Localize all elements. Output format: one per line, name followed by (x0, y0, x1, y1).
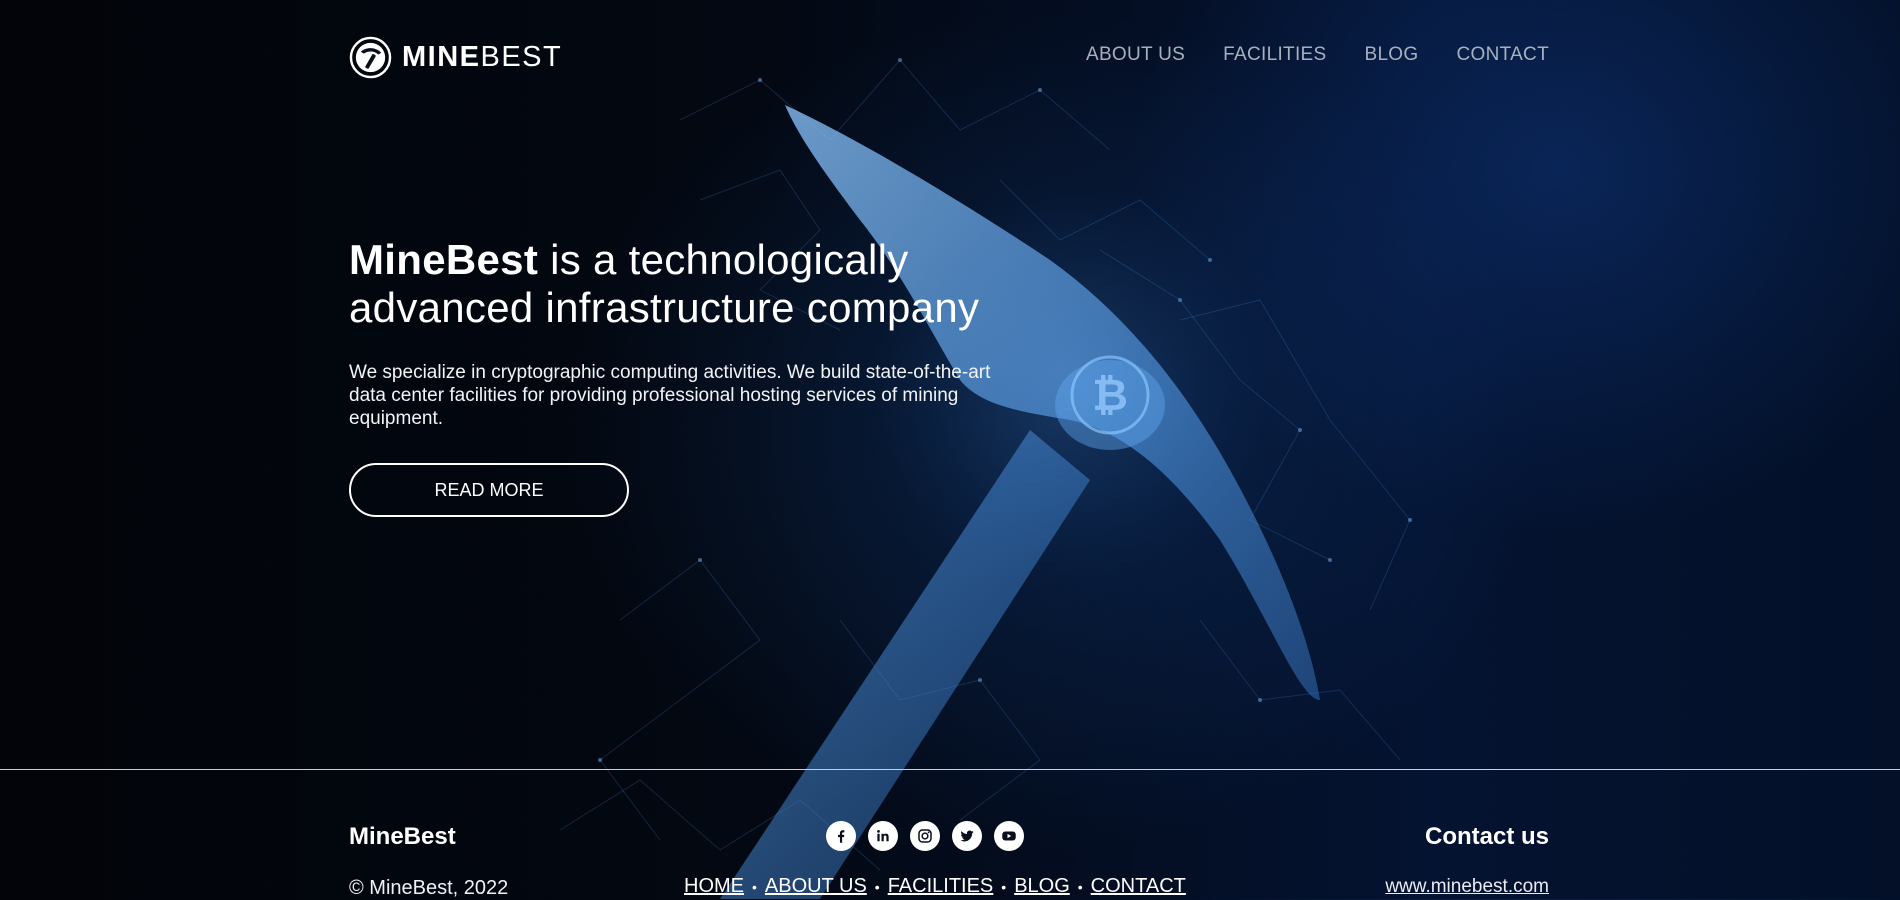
separator-dot: • (1077, 878, 1083, 895)
separator-dot: • (874, 878, 880, 895)
nav-blog[interactable]: BLOG (1364, 44, 1418, 66)
separator-dot: • (1001, 878, 1007, 895)
separator-dot: • (752, 878, 757, 895)
logo[interactable]: MINEBEST (349, 35, 562, 80)
nav-about-us[interactable]: ABOUT US (1086, 44, 1185, 66)
linkedin-icon[interactable] (868, 821, 898, 851)
main-nav: ABOUT US FACILITIES BLOG CONTACT (1086, 44, 1549, 66)
youtube-icon[interactable] (994, 821, 1024, 851)
pickaxe-network-illustration: ₿ (559, 58, 1412, 899)
read-more-button[interactable]: READ MORE (349, 463, 629, 517)
social-links (826, 821, 1024, 851)
footer-divider (0, 769, 1900, 770)
pickaxe-circle-icon (349, 36, 392, 79)
hero-section: MineBest is a technologically advanced i… (349, 236, 1009, 430)
hero-headline-brand: MineBest (349, 236, 539, 283)
footer-nav: HOME • ABOUT US • FACILITIES • BLOG • CO… (684, 875, 1186, 898)
logo-text: MINEBEST (402, 43, 562, 72)
hero-description: We specialize in cryptographic computing… (349, 362, 991, 429)
instagram-icon[interactable] (910, 821, 940, 851)
facebook-icon[interactable] (826, 821, 856, 851)
footer-link-about-us[interactable]: ABOUT US (765, 875, 867, 898)
hero-headline: MineBest is a technologically advanced i… (349, 236, 1009, 332)
footer-link-contact[interactable]: CONTACT (1091, 875, 1186, 898)
logo-text-strong: MINE (402, 41, 481, 73)
footer-link-blog[interactable]: BLOG (1014, 875, 1070, 898)
footer-brand: MineBest (349, 823, 456, 850)
footer-copyright: © MineBest, 2022 (349, 877, 509, 899)
logo-text-light: BEST (480, 41, 563, 73)
contact-title: Contact us (1424, 823, 1549, 850)
footer-link-home[interactable]: HOME (684, 875, 744, 898)
nav-facilities[interactable]: FACILITIES (1223, 44, 1326, 66)
website-link[interactable]: www.minebest.com (1385, 876, 1549, 898)
nav-contact[interactable]: CONTACT (1456, 44, 1549, 66)
twitter-icon[interactable] (952, 821, 982, 851)
footer-link-facilities[interactable]: FACILITIES (888, 875, 994, 898)
